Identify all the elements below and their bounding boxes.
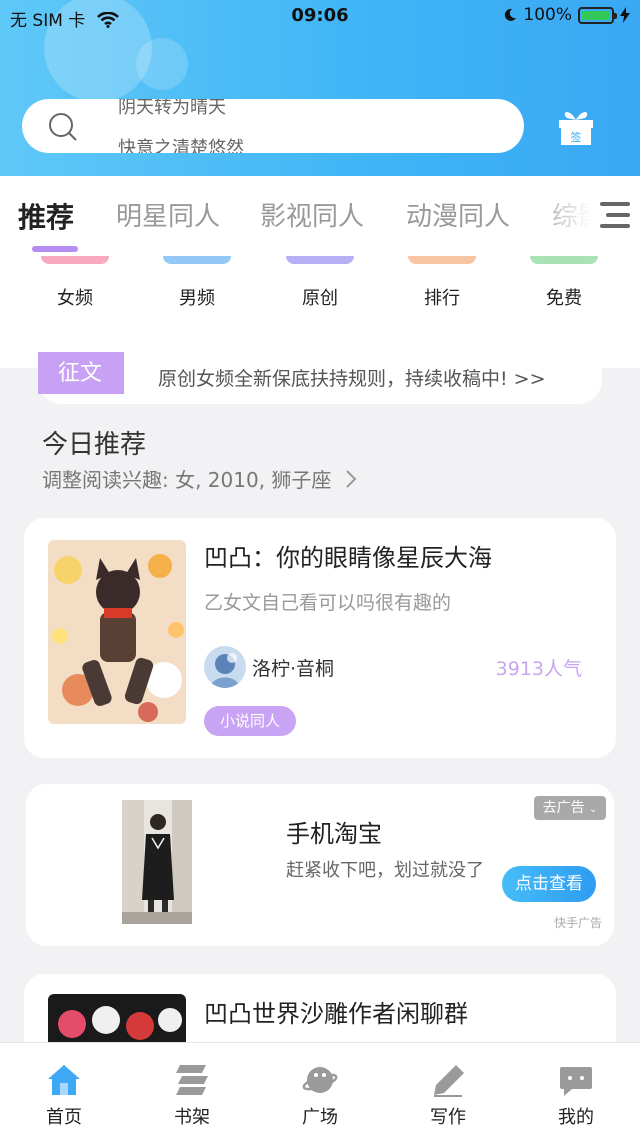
- tab-recommend[interactable]: 推荐: [18, 196, 74, 236]
- menu-icon[interactable]: [598, 200, 632, 230]
- gift-label: 签: [571, 130, 582, 144]
- search-icon: [49, 113, 77, 141]
- category-ranking[interactable]: 排行: [392, 256, 492, 310]
- remove-ad-button[interactable]: 去广告 ⌄: [534, 796, 606, 820]
- tab-tv-fanfic[interactable]: 影视同人: [260, 196, 364, 233]
- search-placeholder-next: 快意之清楚悠然: [118, 138, 244, 153]
- nav-plaza[interactable]: 广场: [280, 1063, 360, 1129]
- category-pill: [408, 256, 476, 264]
- bottom-nav: 首页 书架 广场 写作 我的: [0, 1042, 640, 1139]
- category-label: 女频: [57, 288, 93, 309]
- category-male[interactable]: 男频: [147, 256, 247, 310]
- nav-label: 广场: [302, 1107, 338, 1128]
- ad-view-button[interactable]: 点击查看: [502, 866, 596, 902]
- nav-bookshelf[interactable]: 书架: [152, 1063, 232, 1129]
- author-avatar[interactable]: [204, 646, 246, 688]
- nav-label: 我的: [558, 1107, 594, 1128]
- ad-image: [122, 800, 192, 924]
- book-title: 凹凸：你的眼睛像星辰大海: [204, 544, 492, 572]
- chat-bubble-icon: [560, 1067, 592, 1096]
- nav-profile[interactable]: 我的: [536, 1063, 616, 1129]
- notice-tag: 征文: [38, 352, 124, 394]
- notice-text: 原创女频全新保底扶持规则，持续收稿中! >>: [158, 368, 546, 390]
- category-pill: [286, 256, 354, 264]
- author-name[interactable]: 洛柠·音桐: [252, 654, 334, 681]
- genre-tag[interactable]: 小说同人: [204, 706, 297, 736]
- battery-percent: 100%: [523, 5, 572, 25]
- pen-icon: [434, 1065, 464, 1097]
- gift-checkin-icon[interactable]: 签: [557, 110, 595, 146]
- category-original[interactable]: 原创: [270, 256, 370, 310]
- chevron-down-icon: ⌄: [589, 804, 598, 815]
- ad-title: 手机淘宝: [286, 820, 382, 848]
- search-placeholder-prev: 阴天转为晴天: [118, 99, 226, 118]
- search-bar[interactable]: 阴天转为晴天 快意之清楚悠然: [22, 99, 524, 153]
- category-pill: [41, 256, 109, 264]
- section-title: 今日推荐: [42, 430, 147, 460]
- category-label: 原创: [302, 288, 338, 309]
- category-label: 免费: [546, 288, 582, 309]
- nav-write[interactable]: 写作: [408, 1063, 488, 1129]
- category-label: 排行: [424, 288, 460, 309]
- chevron-right-icon: [346, 470, 357, 488]
- category-pill: [163, 256, 231, 264]
- ad-source: 快手广告: [553, 916, 602, 930]
- category-label: 男频: [179, 288, 215, 309]
- remove-ad-label: 去广告: [542, 800, 585, 816]
- ad-description: 赶紧收下吧，划过就没了: [286, 860, 484, 881]
- battery-icon: [578, 6, 617, 24]
- ad-card[interactable]: 手机淘宝 赶紧收下吧，划过就没了 点击查看 去广告 ⌄ 快手广告: [26, 784, 614, 946]
- nav-label: 首页: [46, 1107, 82, 1128]
- reading-interest-link[interactable]: 调整阅读兴趣: 女, 2010, 狮子座: [42, 464, 358, 493]
- header: 无 SIM 卡 09:06 100% 阴天转为晴天 快意之清楚悠然 签: [0, 0, 640, 176]
- moon-icon: [505, 8, 517, 21]
- reading-interest-text: 调整阅读兴趣: 女, 2010, 狮子座: [42, 468, 332, 492]
- planet-icon: [302, 1067, 338, 1093]
- category-free[interactable]: 免费: [514, 256, 614, 310]
- book-title: 凹凸世界沙雕作者闲聊群: [204, 1000, 468, 1028]
- charging-icon: [620, 7, 630, 23]
- tab-anime-fanfic[interactable]: 动漫同人: [406, 196, 510, 233]
- category-tabs: 推荐 明星同人 影视同人 动漫同人 综影: [0, 176, 640, 256]
- tab-celebrity-fanfic[interactable]: 明星同人: [116, 196, 220, 233]
- category-pill: [530, 256, 598, 264]
- tab-indicator: [32, 246, 78, 252]
- nav-label: 写作: [430, 1107, 466, 1128]
- book-cover: [48, 540, 186, 724]
- notice-banner[interactable]: 征文 原创女频全新保底扶持规则，持续收稿中! >>: [38, 352, 602, 404]
- home-icon: [48, 1065, 80, 1095]
- decor-bubble: [136, 38, 188, 90]
- book-description: 乙女文自己看可以吗很有趣的: [204, 592, 452, 614]
- popularity-count: 3913人气: [495, 658, 582, 680]
- nav-home[interactable]: 首页: [24, 1063, 104, 1129]
- category-female[interactable]: 女频: [25, 256, 125, 310]
- bookshelf-icon: [176, 1065, 208, 1095]
- status-bar: 无 SIM 卡 09:06 100%: [0, 0, 640, 34]
- nav-label: 书架: [174, 1107, 210, 1128]
- book-card[interactable]: 凹凸：你的眼睛像星辰大海 乙女文自己看可以吗很有趣的 洛柠·音桐 3913人气 …: [24, 518, 616, 758]
